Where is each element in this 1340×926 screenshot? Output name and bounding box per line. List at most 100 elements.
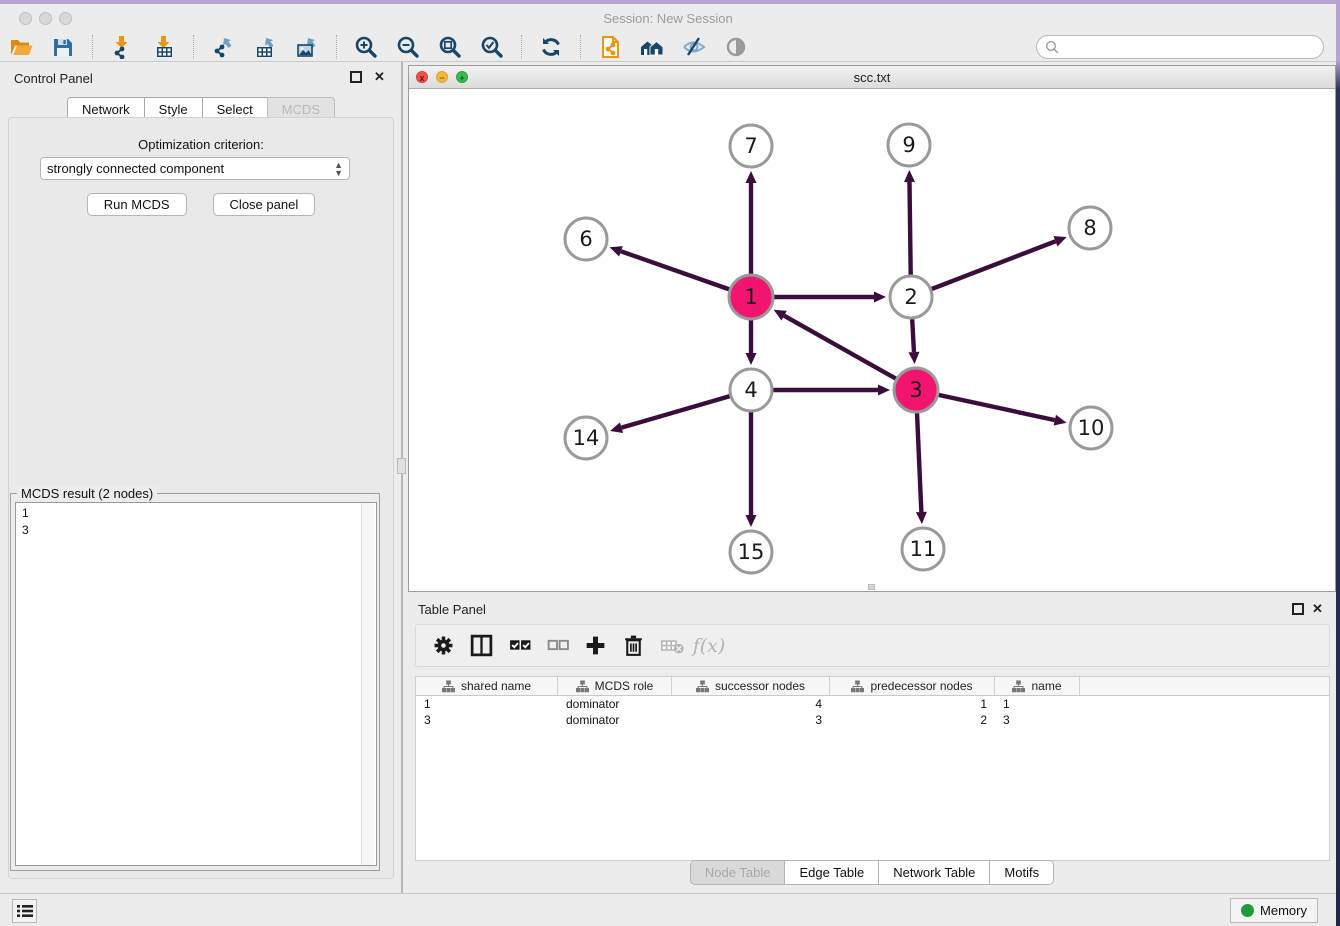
import-table-icon[interactable] [149,34,179,60]
tab-node-table[interactable]: Node Table [690,860,785,885]
task-list-icon [17,904,33,918]
graph-node-3[interactable]: 3 [894,368,938,412]
window-resize-grip[interactable] [868,584,875,590]
graph-node-10[interactable]: 10 [1070,407,1112,449]
search-field[interactable] [1036,35,1324,59]
attribute-type-icon [696,680,709,693]
select-stepper-icon: ▲▼ [334,161,343,177]
column-header-shared-name[interactable]: shared name [416,677,558,695]
show-details-icon[interactable] [721,34,751,60]
table-options-icon[interactable] [428,632,458,660]
search-input[interactable] [1065,40,1315,54]
apply-function-icon[interactable]: f(x) [694,632,724,660]
graph-node-4[interactable]: 4 [730,369,772,411]
edge-4-14[interactable] [622,396,730,428]
close-panel-icon[interactable]: ✕ [373,71,386,84]
graph-node-11[interactable]: 11 [902,528,944,570]
table-cell[interactable]: 1 [416,696,558,712]
control-panel-title: Control Panel [14,71,93,86]
refresh-icon[interactable] [536,34,566,60]
tab-motifs[interactable]: Motifs [989,860,1054,885]
column-header-predecessor-nodes[interactable]: predecessor nodes [830,677,995,695]
graph-node-14[interactable]: 14 [565,417,607,459]
edge-2-3[interactable] [912,319,914,352]
edge-2-8[interactable] [932,241,1056,289]
vertical-splitter[interactable] [401,62,403,893]
edge-3-10[interactable] [938,395,1054,420]
select-all-columns-icon[interactable] [504,632,534,660]
edge-3-1[interactable] [784,316,896,379]
table-row[interactable]: 1dominator411 [416,696,1329,712]
delete-row-icon[interactable] [618,632,648,660]
table-cell[interactable]: 3 [672,712,830,728]
tab-edge-table[interactable]: Edge Table [784,860,878,885]
graph-node-7[interactable]: 7 [730,125,772,167]
zoom-selected-icon[interactable] [477,34,507,60]
edge-2-9[interactable] [909,182,910,275]
home-icon[interactable] [637,34,667,60]
attribute-type-icon [1012,680,1025,693]
close-panel-button[interactable]: Close panel [213,193,316,216]
edge-1-6[interactable] [621,251,729,289]
table-cell[interactable]: dominator [558,712,672,728]
open-network-file-icon[interactable] [595,34,625,60]
graph-node-2[interactable]: 2 [890,276,932,318]
hide-details-icon[interactable] [679,34,709,60]
delete-column-icon[interactable] [656,632,686,660]
criterion-select[interactable]: strongly connected component ▲▼ [40,157,350,180]
mcds-result-text[interactable]: 1 3 [15,502,377,866]
table-cell[interactable]: 2 [830,712,995,728]
import-network-icon[interactable] [107,34,137,60]
network-window-title: scc.txt [409,70,1335,85]
network-graph-canvas[interactable]: 7 9 6 8 1 2 4 3 14 10 15 11 [409,89,1335,591]
node-label: 2 [904,285,917,309]
toolbar-separator [336,35,337,59]
node-table[interactable]: shared name MCDS role successor nodes pr… [415,676,1330,861]
splitter-handle[interactable] [397,458,406,474]
edge-arrowhead [874,292,886,303]
tab-network-table[interactable]: Network Table [878,860,989,885]
table-cell[interactable]: 3 [416,712,558,728]
table-row[interactable]: 3dominator323 [416,712,1329,728]
table-cell[interactable]: 1 [995,696,1080,712]
export-network-icon[interactable] [208,34,238,60]
control-panel: Control Panel ✕ NetworkStyleSelectMCDS O… [2,65,400,880]
network-window-titlebar[interactable]: x − + scc.txt [409,66,1335,89]
column-header-MCDS-role[interactable]: MCDS role [558,677,672,695]
memory-button[interactable]: Memory [1230,898,1318,923]
export-image-icon[interactable] [292,34,322,60]
graph-node-8[interactable]: 8 [1069,207,1111,249]
close-table-panel-icon[interactable]: ✕ [1311,603,1324,616]
column-header-name[interactable]: name [995,677,1080,695]
graph-node-1[interactable]: 1 [729,275,773,319]
graph-node-15[interactable]: 15 [730,531,772,573]
zoom-in-icon[interactable] [351,34,381,60]
clear-column-selection-icon[interactable] [542,632,572,660]
open-session-icon[interactable] [6,34,36,60]
zoom-fit-icon[interactable] [435,34,465,60]
result-scrollbar[interactable] [361,503,374,865]
table-cell[interactable]: 3 [995,712,1080,728]
export-table-icon[interactable] [250,34,280,60]
table-cell[interactable]: dominator [558,696,672,712]
edge-3-11[interactable] [917,413,921,512]
column-header-successor-nodes[interactable]: successor nodes [672,677,830,695]
graph-node-9[interactable]: 9 [888,124,930,166]
task-history-button[interactable] [12,899,37,923]
edge-arrowhead [746,171,757,183]
float-panel-icon[interactable] [350,71,362,83]
run-mcds-button[interactable]: Run MCDS [87,193,187,216]
zoom-out-icon[interactable] [393,34,423,60]
attribute-type-icon [576,680,589,693]
mcds-result-title: MCDS result (2 nodes) [17,486,157,501]
column-browser-icon[interactable] [466,632,496,660]
table-cell[interactable]: 1 [830,696,995,712]
graph-node-6[interactable]: 6 [565,218,607,260]
mcds-result-groupbox: MCDS result (2 nodes) 1 3 [10,493,380,871]
app-title: Session: New Session [0,11,1336,26]
table-cell[interactable]: 4 [672,696,830,712]
add-row-icon[interactable] [580,632,610,660]
edge-arrowhead [908,352,919,364]
save-session-icon[interactable] [48,34,78,60]
float-table-panel-icon[interactable] [1292,603,1304,615]
